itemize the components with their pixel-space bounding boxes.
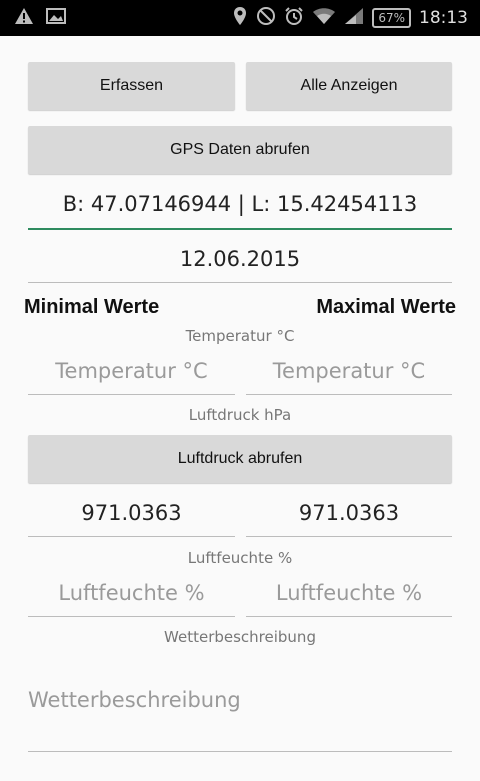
- humidity-max-input[interactable]: Luftfeuchte %: [246, 570, 452, 617]
- temperature-min-input[interactable]: Temperatur °C: [28, 348, 235, 395]
- weather-description-placeholder: Wetterbeschreibung: [28, 688, 241, 712]
- pressure-label: Luftdruck hPa: [188, 406, 292, 424]
- warning-icon: [14, 7, 34, 29]
- humidity-min-input[interactable]: Luftfeuchte %: [28, 570, 235, 617]
- gps-coordinates-field[interactable]: B: 47.07146944 | L: 15.42454113: [28, 180, 452, 230]
- gps-fetch-button[interactable]: GPS Daten abrufen: [28, 126, 452, 174]
- clock: 18:13: [419, 8, 468, 28]
- temperature-max-input[interactable]: Temperatur °C: [246, 348, 452, 395]
- pressure-min-value: 971.0363: [81, 501, 182, 525]
- pressure-min-input[interactable]: 971.0363: [28, 490, 235, 537]
- temperature-min-placeholder: Temperatur °C: [55, 359, 208, 383]
- status-bar: 67% 18:13: [0, 0, 480, 36]
- alarm-icon: [284, 6, 304, 30]
- pressure-max-input[interactable]: 971.0363: [246, 490, 452, 537]
- signal-icon: [344, 7, 364, 29]
- record-button[interactable]: Erfassen: [28, 62, 235, 110]
- humidity-max-placeholder: Luftfeuchte %: [275, 581, 423, 605]
- pressure-max-value: 971.0363: [298, 501, 400, 525]
- date-field[interactable]: 12.06.2015: [28, 236, 452, 283]
- battery-level: 67: [378, 11, 394, 25]
- pressure-fetch-button[interactable]: Luftdruck abrufen: [28, 435, 452, 483]
- temperature-label: Temperatur °C: [185, 327, 295, 345]
- gps-coordinates-value: B: 47.07146944 | L: 15.42454113: [62, 192, 418, 216]
- date-value: 12.06.2015: [179, 247, 301, 271]
- weather-description-input[interactable]: Wetterbeschreibung: [28, 664, 452, 752]
- min-values-heading: Minimal Werte: [24, 296, 160, 318]
- image-icon: [46, 7, 66, 29]
- humidity-label: Luftfeuchte %: [187, 549, 293, 567]
- temperature-max-placeholder: Temperatur °C: [272, 359, 426, 383]
- show-all-button[interactable]: Alle Anzeigen: [246, 62, 452, 110]
- weather-label: Wetterbeschreibung: [164, 628, 316, 646]
- do-not-disturb-icon: [256, 6, 276, 30]
- wifi-icon: [312, 7, 336, 29]
- humidity-min-placeholder: Luftfeuchte %: [58, 581, 205, 605]
- location-icon: [232, 6, 248, 30]
- max-values-heading: Maximal Werte: [316, 296, 456, 318]
- battery-indicator: 67%: [372, 8, 411, 28]
